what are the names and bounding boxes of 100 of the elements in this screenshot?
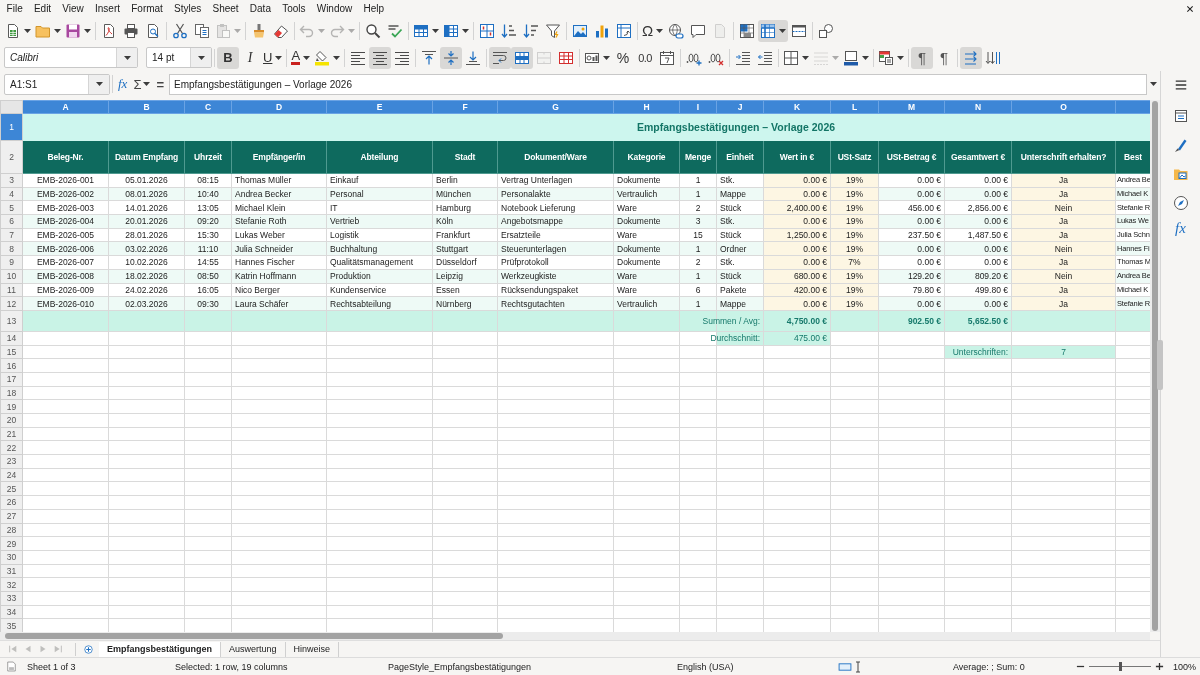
horizontal-scrollbar[interactable] xyxy=(0,632,1150,640)
plus-icon xyxy=(83,644,93,654)
column-header[interactable]: A xyxy=(22,100,109,114)
printer-icon xyxy=(123,22,139,39)
column-header[interactable]: H xyxy=(613,100,680,114)
header-cell: Gesamtwert € xyxy=(944,140,1012,174)
align-middle-icon xyxy=(443,49,460,66)
menu-icon[interactable] xyxy=(1173,78,1188,92)
column-header[interactable]: O xyxy=(1011,100,1116,114)
text-direction-button[interactable] xyxy=(960,46,983,69)
zoom-slider-thumb[interactable] xyxy=(1119,662,1122,671)
align-center-button[interactable] xyxy=(369,46,392,69)
column-header[interactable]: M xyxy=(878,100,945,114)
menu-item[interactable]: Sheet xyxy=(206,3,245,14)
sheet-tab[interactable]: Auswertung xyxy=(221,641,286,657)
column-header[interactable]: F xyxy=(432,100,498,114)
row-header[interactable]: 13 xyxy=(0,310,23,332)
functions-button[interactable]: fx xyxy=(1173,217,1188,239)
text-cursor-icon[interactable] xyxy=(855,660,861,673)
header-cell: Empfänger/in xyxy=(231,140,327,174)
summary-label: Summen / Avg: xyxy=(702,315,760,326)
column-header[interactable]: D xyxy=(231,100,327,114)
column-header[interactable]: B xyxy=(108,100,185,114)
summary-value: 4,750.00 € xyxy=(786,315,827,326)
menu-item[interactable]: Format xyxy=(125,3,169,14)
font-name-box[interactable]: Calibri xyxy=(4,47,138,68)
table-cell: EMB-2026-009 xyxy=(22,283,109,297)
italic-button[interactable]: I xyxy=(239,46,261,69)
formula-button[interactable]: = xyxy=(153,74,168,94)
table-cell: Einkauf xyxy=(326,173,433,188)
zoom-slider[interactable] xyxy=(1089,662,1151,671)
right-to-left-button[interactable]: ¶ xyxy=(933,46,956,69)
table-cell: 499.80 € xyxy=(944,283,1012,297)
font-color-button[interactable]: A xyxy=(289,46,313,69)
zoom-level[interactable]: 100% xyxy=(1173,661,1197,672)
plus-icon[interactable] xyxy=(1155,662,1164,671)
caret-icon xyxy=(802,55,810,60)
caret-icon xyxy=(24,28,31,33)
formula-input[interactable]: Empfangsbestätigungen – Vorlage 2026 xyxy=(169,73,1147,95)
caret-icon xyxy=(333,55,341,60)
sidebar-handle[interactable] xyxy=(1157,340,1163,390)
column-header[interactable]: I xyxy=(679,100,717,114)
left-to-right-button[interactable]: ¶ xyxy=(911,46,934,69)
underline-button[interactable]: U xyxy=(261,46,285,69)
special-character-button[interactable]: Ω xyxy=(640,19,666,42)
column-header[interactable]: L xyxy=(830,100,879,114)
caret-icon xyxy=(897,55,905,60)
menu-item[interactable]: File xyxy=(1,3,29,14)
table-cell: Stk. xyxy=(716,255,764,270)
function-wizard-button[interactable]: fx xyxy=(115,74,131,94)
table-cell: Kundenservice xyxy=(326,283,433,297)
header-cell: USt-Satz xyxy=(830,140,879,174)
menu-item[interactable]: Edit xyxy=(28,3,57,14)
row-header[interactable]: 2 xyxy=(0,140,23,174)
add-sheet-button[interactable] xyxy=(82,642,94,656)
wrap-text-button[interactable] xyxy=(489,46,512,69)
table-cell: 24.02.2026 xyxy=(108,283,185,297)
table-cell: 14:55 xyxy=(184,255,232,270)
page-style[interactable]: PageStyle_Empfangsbestätigungen xyxy=(388,661,628,672)
center-vertically-button[interactable] xyxy=(440,46,463,69)
row-header[interactable]: 1 xyxy=(0,113,23,141)
column-header[interactable]: N xyxy=(944,100,1012,114)
quartered-grid-icon xyxy=(479,22,495,39)
menu-item[interactable]: Insert xyxy=(89,3,126,14)
menu-item[interactable]: Window xyxy=(311,3,358,14)
grid-selection-icon xyxy=(739,22,756,39)
rectangle-icon[interactable] xyxy=(838,661,852,672)
properties-icon[interactable] xyxy=(1172,107,1189,124)
menu-item[interactable]: Help xyxy=(357,3,390,14)
column-header[interactable]: C xyxy=(184,100,232,114)
summary-value: 902.50 € xyxy=(907,315,941,326)
freeze-button[interactable] xyxy=(758,19,789,42)
selection-summary: Average: ; Sum: 0 xyxy=(952,661,1026,672)
menu-item[interactable]: View xyxy=(56,3,90,14)
menu-item[interactable]: Tools xyxy=(276,3,312,14)
name-box[interactable]: A1:S1 xyxy=(4,73,110,95)
table-rows-icon xyxy=(413,22,429,39)
sheet-tab[interactable]: Hinweise xyxy=(285,641,340,657)
caret-icon xyxy=(862,55,870,60)
compass-icon[interactable] xyxy=(1172,194,1189,211)
menu-item[interactable]: Styles xyxy=(168,3,207,14)
number-format-button[interactable]: 0.0 xyxy=(634,46,657,69)
sheet-tab[interactable]: Empfangsbestätigungen xyxy=(99,641,221,657)
merge-center-button[interactable] xyxy=(511,46,534,69)
menu-item[interactable]: Data xyxy=(244,3,277,14)
font-size-box[interactable]: 14 pt xyxy=(146,47,212,68)
calendar-icon xyxy=(659,49,676,66)
column-header[interactable]: J xyxy=(716,100,764,114)
vertical-scrollbar[interactable] xyxy=(1150,100,1160,632)
sum-button[interactable]: Σ xyxy=(130,74,154,94)
column-header[interactable]: E xyxy=(326,100,433,114)
column-header[interactable]: K xyxy=(763,100,831,114)
table-cell: 2 xyxy=(679,255,717,270)
close-icon[interactable] xyxy=(1186,4,1194,13)
percent-button[interactable]: % xyxy=(612,46,635,69)
caret-icon xyxy=(143,82,151,86)
bold-button[interactable]: B xyxy=(217,46,239,69)
clipboard-icon xyxy=(215,22,231,39)
column-header[interactable]: G xyxy=(497,100,614,114)
language[interactable]: English (USA) xyxy=(628,661,836,672)
